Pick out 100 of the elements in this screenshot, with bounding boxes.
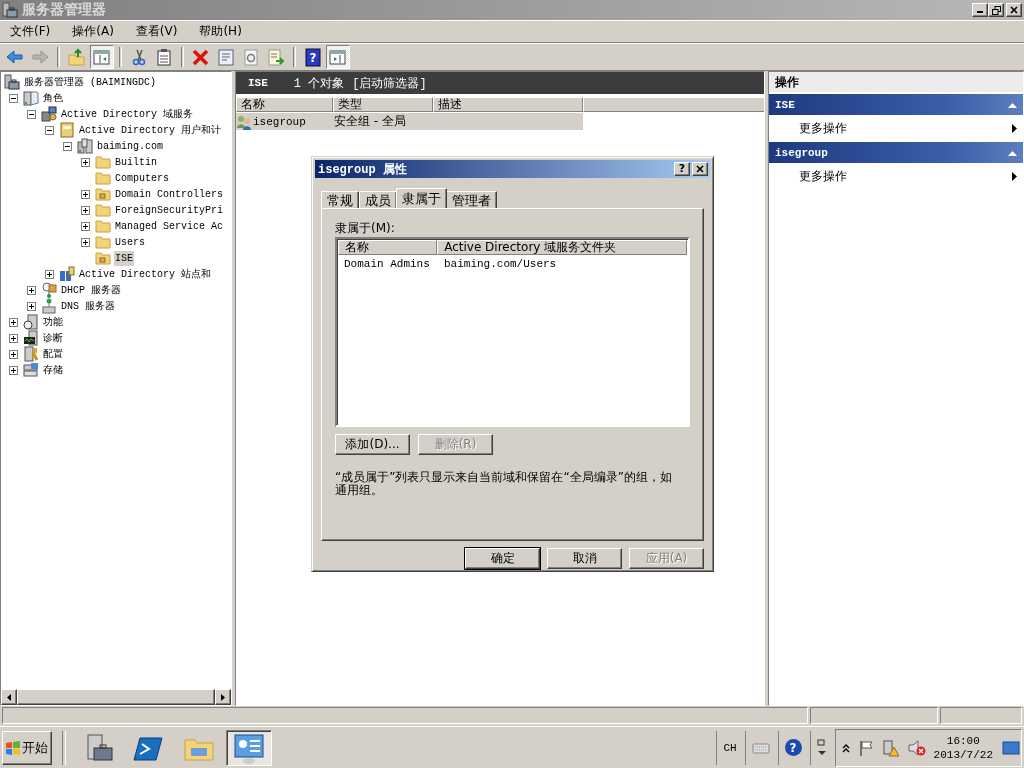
chevron-up-icon[interactable]: [841, 742, 850, 753]
collapse-icon[interactable]: [27, 109, 36, 119]
tree-item[interactable]: 诊断: [42, 330, 64, 346]
servers-icon: [77, 138, 93, 154]
taskbar-button[interactable]: [226, 729, 272, 766]
pane-left-icon: [92, 47, 112, 67]
speaker-muted-icon[interactable]: [907, 738, 926, 757]
language-indicator[interactable]: CH: [723, 741, 737, 754]
list-row[interactable]: isegroup 安全组 - 全局: [236, 113, 583, 130]
help-button[interactable]: ?: [301, 45, 325, 69]
windows-logo-icon: [6, 740, 20, 755]
collapse-icon[interactable]: [9, 93, 18, 103]
note-text: “成员属于”列表只显示来自当前域和保留在“全局编录”的组，如通用组。: [335, 471, 673, 497]
menu-item[interactable]: 帮助(H): [192, 21, 249, 42]
tree-item[interactable]: Computers: [114, 170, 170, 186]
action-item[interactable]: 更多操作: [769, 163, 1023, 189]
list-label: 隶属于(M):: [335, 221, 396, 235]
tree-item[interactable]: Active Directory 域服务: [60, 106, 195, 122]
expand-icon[interactable]: [9, 349, 18, 359]
dialog-button[interactable]: 确定: [465, 548, 540, 569]
minimize-button[interactable]: [972, 3, 988, 17]
options-icon[interactable]: [816, 738, 827, 757]
dns-server-icon: [41, 298, 57, 314]
tree-item[interactable]: 存储: [42, 362, 64, 378]
restore-button[interactable]: [988, 3, 1004, 17]
object-count: 1 个对象: [293, 75, 345, 92]
tab[interactable]: 管理者: [446, 191, 497, 208]
collapse-icon[interactable]: [63, 141, 72, 151]
tree-item[interactable]: 角色: [42, 90, 64, 106]
column-header[interactable]: 名称: [236, 97, 333, 112]
tree-item[interactable]: Managed Service Ac: [114, 218, 225, 234]
refresh-icon: [241, 47, 261, 67]
pane-right-button[interactable]: [326, 45, 350, 69]
tab[interactable]: 成员: [359, 191, 397, 208]
column-header[interactable]: Active Directory 域服务文件夹: [437, 240, 687, 255]
column-header[interactable]: 类型: [333, 97, 433, 112]
users-icon: [236, 113, 252, 130]
tab[interactable]: 隶属于: [396, 188, 447, 208]
tree-item[interactable]: 配置: [42, 346, 64, 362]
tree-item[interactable]: Active Directory 用户和计: [78, 122, 223, 138]
folder-icon: [95, 218, 111, 234]
flag-icon[interactable]: [857, 739, 874, 756]
tree-item[interactable]: Active Directory 站点和: [78, 266, 213, 282]
book-icon: [59, 122, 75, 138]
expand-icon[interactable]: [9, 333, 18, 343]
tree-item[interactable]: 功能: [42, 314, 64, 330]
expand-icon[interactable]: [9, 365, 18, 375]
action-item[interactable]: 更多操作: [769, 115, 1023, 141]
expand-icon[interactable]: [81, 237, 90, 247]
directory-key-icon: [41, 106, 57, 122]
tree-item[interactable]: Builtin: [114, 154, 158, 170]
tree-item[interactable]: DHCP 服务器: [60, 282, 122, 298]
help-button[interactable]: ?: [674, 162, 690, 176]
list-button[interactable]: 添加(D)...: [335, 434, 410, 455]
dialog-title: isegroup 属性: [318, 161, 407, 178]
tree-item[interactable]: ISE: [114, 250, 134, 266]
tree-item[interactable]: ForeignSecurityPri: [114, 202, 225, 218]
clipboard-icon: [154, 47, 174, 67]
expand-icon[interactable]: [27, 301, 36, 311]
member-of-list[interactable]: 名称 Active Directory 域服务文件夹 Domain Admins baiming.com/Users: [335, 237, 690, 427]
expand-icon[interactable]: [81, 189, 90, 199]
action-section-header[interactable]: ISE: [769, 94, 1023, 115]
pane-left-button[interactable]: [90, 45, 114, 69]
list-cell-text: Domain Admins: [344, 257, 431, 270]
tree-item[interactable]: baiming.com: [96, 138, 164, 154]
monitor-chart-icon: [23, 330, 39, 346]
dialog-button[interactable]: 取消: [547, 548, 622, 569]
properties-icon: [216, 47, 236, 67]
expand-icon[interactable]: [27, 285, 36, 295]
list-cell-text: isegroup: [253, 115, 307, 128]
close-button[interactable]: [692, 162, 708, 176]
scroll-left-button[interactable]: [1, 689, 17, 705]
action-section-header[interactable]: isegroup: [769, 142, 1023, 163]
server-disc-icon: [23, 314, 39, 330]
storage-icon: [23, 362, 39, 378]
menu-item[interactable]: 查看(V): [128, 21, 185, 42]
expand-icon[interactable]: [81, 157, 90, 167]
left-triangle-icon: [7, 693, 11, 701]
expand-icon[interactable]: [81, 221, 90, 231]
column-header[interactable]: 名称: [338, 240, 438, 255]
tree-item[interactable]: 服务器管理器 (BAIMINGDC): [23, 74, 157, 90]
tree-item[interactable]: DNS 服务器: [60, 298, 116, 314]
menu-item[interactable]: 操作(A): [65, 21, 121, 42]
tree-item[interactable]: Domain Controllers: [114, 186, 225, 202]
scroll-right-button[interactable]: [215, 689, 231, 705]
expand-icon[interactable]: [9, 317, 18, 327]
menu-item[interactable]: 文件(F): [3, 21, 58, 42]
collapse-icon[interactable]: [45, 125, 54, 135]
filter-link[interactable]: [启动筛选器]: [352, 74, 427, 92]
list-cell: baiming.com/Users: [444, 257, 557, 270]
help-icon[interactable]: ?: [784, 739, 802, 756]
network-warning-icon[interactable]: [881, 738, 900, 757]
start-button[interactable]: 开始: [2, 730, 52, 765]
horizontal-scrollbar[interactable]: [1, 689, 231, 705]
tab[interactable]: 常规: [321, 191, 359, 208]
expand-icon[interactable]: [81, 205, 90, 215]
close-button[interactable]: [1006, 3, 1022, 17]
expand-icon[interactable]: [45, 269, 54, 279]
tree-item[interactable]: Users: [114, 234, 146, 250]
column-header[interactable]: 描述: [433, 97, 583, 112]
